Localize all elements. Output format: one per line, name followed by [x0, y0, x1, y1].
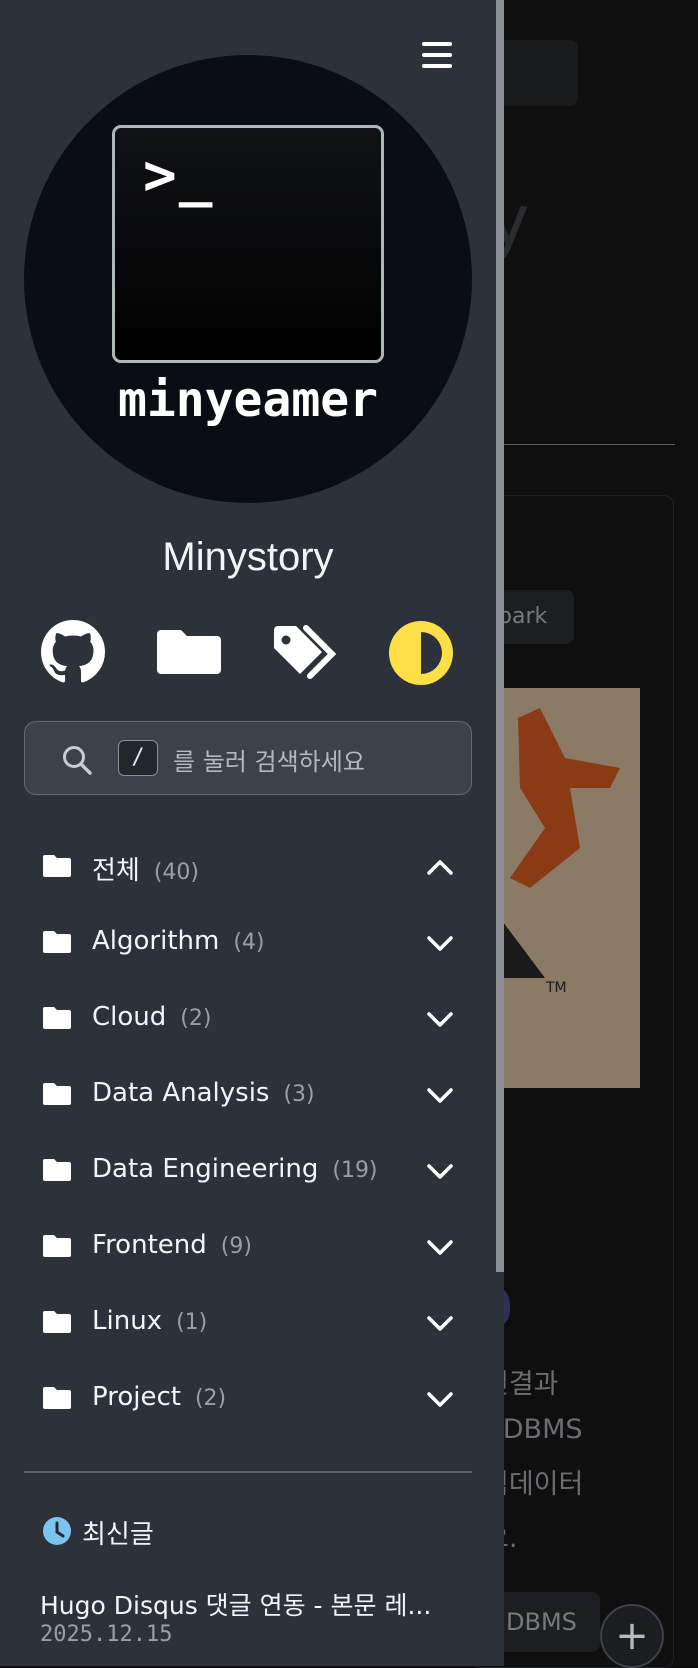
search-input[interactable]: / 를 눌러 검색하세요 [24, 721, 472, 795]
folder-icon [43, 1159, 71, 1181]
chevron-down-icon[interactable] [426, 1084, 454, 1106]
chevron-down-icon[interactable] [426, 1008, 454, 1030]
chevron-down-icon[interactable] [426, 1236, 454, 1258]
background-tm-mark: TM [546, 980, 567, 996]
category-count: (19) [332, 1158, 378, 1183]
chevron-down-icon[interactable] [426, 1388, 454, 1410]
category-item[interactable]: Data Engineering (19) [0, 1134, 496, 1210]
site-title[interactable]: Minystory [0, 535, 496, 580]
category-name: Linux [92, 1306, 163, 1336]
search-shortcut-key: / [118, 740, 158, 776]
logo-text: minyeamer [117, 372, 379, 428]
category-label: Data Engineering (19) [92, 1154, 378, 1184]
category-name: Cloud [92, 1002, 167, 1032]
category-item[interactable]: Cloud (2) [0, 982, 496, 1058]
folder-icon [43, 1387, 71, 1409]
category-item[interactable]: Project (2) [0, 1362, 496, 1438]
category-name: 전체 [92, 856, 140, 886]
category-count: (4) [233, 930, 265, 955]
chevron-down-icon[interactable] [426, 932, 454, 954]
category-count: (1) [176, 1310, 208, 1335]
category-name: Frontend [92, 1230, 207, 1260]
category-count: (2) [194, 1386, 227, 1411]
category-name: Project [92, 1382, 181, 1412]
recent-posts-label: 최신글 [82, 1520, 154, 1550]
category-name: Data Analysis [92, 1078, 270, 1108]
category-name: Algorithm [92, 926, 220, 956]
folder-icon [43, 931, 71, 953]
recent-post-title[interactable]: Hugo Disqus 댓글 연동 - 본문 레... [40, 1586, 460, 1622]
chevron-up-icon[interactable] [426, 856, 454, 878]
folder-icon[interactable] [155, 620, 223, 686]
category-count: (2) [180, 1006, 212, 1031]
folder-icon [43, 1311, 71, 1333]
chevron-down-icon[interactable] [426, 1312, 454, 1334]
category-label: Algorithm (4) [92, 926, 265, 956]
menu-toggle-icon[interactable] [422, 42, 452, 68]
recent-post-date: 2025.12.15 [40, 1622, 173, 1647]
category-label: 전체 (40) [92, 850, 199, 887]
category-name: Data Engineering [92, 1154, 319, 1184]
search-icon [63, 746, 92, 775]
category-count: (3) [283, 1082, 315, 1107]
category-item[interactable]: Frontend (9) [0, 1210, 496, 1286]
category-item[interactable]: Algorithm (4) [0, 906, 496, 982]
category-label: Linux (1) [92, 1306, 207, 1336]
sidebar-drawer: >_ minyeamer Minystory / 를 눌러 검색하세요 전체 (… [0, 0, 504, 1666]
category-item[interactable]: Data Analysis (3) [0, 1058, 496, 1134]
category-item[interactable]: 전체 (40) [0, 830, 496, 906]
folder-icon [43, 1007, 71, 1029]
category-count: (9) [220, 1234, 252, 1259]
theme-toggle-icon[interactable] [388, 620, 454, 686]
folder-icon [43, 1235, 71, 1257]
github-icon[interactable] [41, 620, 105, 686]
search-placeholder: 를 눌러 검색하세요 [173, 748, 365, 776]
tags-icon[interactable] [270, 620, 340, 686]
category-label: Cloud (2) [92, 1002, 211, 1032]
category-item[interactable]: Linux (1) [0, 1286, 496, 1362]
category-label: Project (2) [92, 1382, 226, 1412]
sidebar-divider [24, 1471, 472, 1473]
category-list: 전체 (40) Algorithm (4) Cloud (2) Data Analysis (… [0, 830, 496, 1438]
terminal-prompt: >_ [143, 143, 215, 208]
category-count: (40) [153, 860, 200, 885]
folder-icon [43, 855, 71, 877]
folder-icon [43, 1083, 71, 1105]
chevron-down-icon[interactable] [426, 1160, 454, 1182]
category-label: Frontend (9) [92, 1230, 252, 1260]
category-label: Data Analysis (3) [92, 1078, 315, 1108]
fab-add-button[interactable]: + [600, 1604, 664, 1668]
sidebar-scrollbar[interactable] [496, 0, 504, 1272]
clock-icon [43, 1517, 71, 1545]
